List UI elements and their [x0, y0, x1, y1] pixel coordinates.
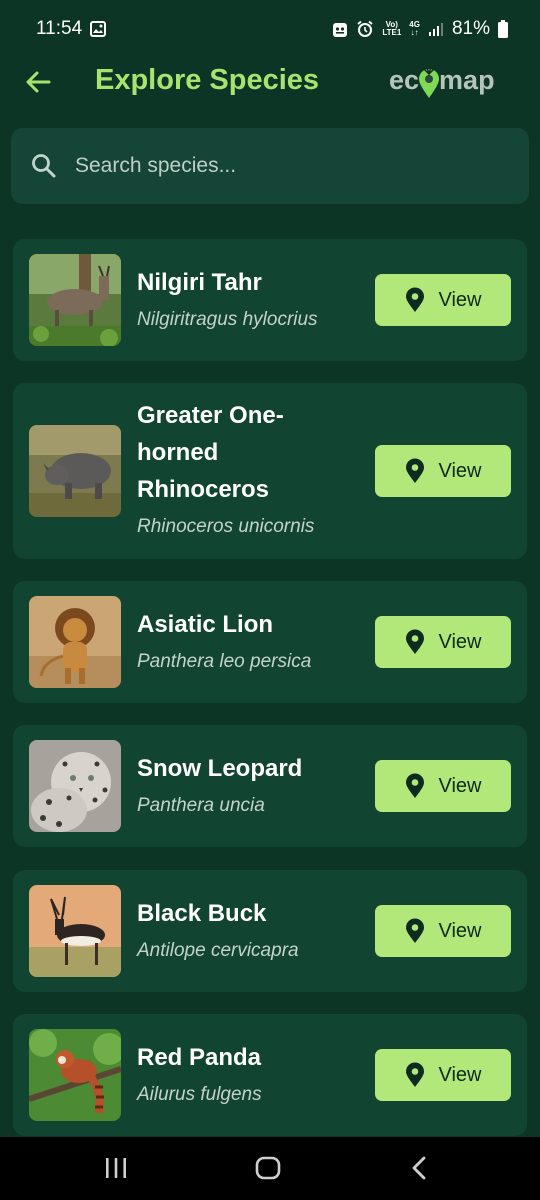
status-time: 11:54 [36, 18, 83, 39]
species-thumbnail [29, 596, 121, 688]
species-scientific-name: Rhinoceros unicornis [137, 516, 315, 537]
recent-apps-icon [106, 1158, 126, 1178]
view-button[interactable]: View [375, 274, 511, 326]
system-navigation-bar [0, 1137, 540, 1200]
network-type-indicator: 4G ↓↑ [409, 21, 420, 37]
location-pin-icon [405, 287, 424, 312]
chevron-left-icon [412, 1156, 426, 1180]
android-icon [332, 20, 348, 38]
location-pin-icon [405, 773, 424, 798]
ecomap-logo: ec map [389, 60, 514, 100]
view-button[interactable]: View [375, 905, 511, 957]
view-button[interactable]: View [375, 445, 511, 497]
species-thumbnail [29, 1029, 121, 1121]
arrow-left-icon [26, 71, 51, 93]
logo-pin-icon [418, 66, 440, 100]
species-card: Snow Leopard Panthera uncia View [13, 725, 527, 847]
recent-apps-button[interactable] [104, 1155, 128, 1186]
species-name: Greater One-horned Rhinoceros [137, 402, 284, 503]
species-name: Black Buck [137, 900, 267, 927]
logo-text-right: map [439, 64, 495, 95]
species-scientific-name: Ailurus fulgens [137, 1084, 262, 1105]
species-scientific-name: Nilgiritragus hylocrius [137, 309, 318, 330]
species-name: Snow Leopard [137, 755, 303, 782]
home-icon [255, 1156, 281, 1180]
view-button-label: View [438, 630, 482, 653]
species-name: Nilgiri Tahr [137, 269, 262, 296]
view-button-label: View [438, 774, 482, 797]
back-button[interactable] [22, 66, 54, 98]
view-button-label: View [438, 459, 482, 482]
location-pin-icon [405, 629, 424, 654]
location-pin-icon [405, 1062, 424, 1087]
species-card: Asiatic Lion Panthera leo persica View [13, 581, 527, 703]
species-card: Nilgiri Tahr Nilgiritragus hylocrius Vie… [13, 239, 527, 361]
species-thumbnail [29, 885, 121, 977]
signal-icon [428, 21, 444, 37]
species-card: Greater One-horned Rhinoceros Rhinoceros… [13, 383, 527, 559]
logo-text-left: ec [389, 64, 420, 95]
location-pin-icon [405, 918, 424, 943]
back-nav-button[interactable] [409, 1155, 429, 1186]
species-name: Asiatic Lion [137, 611, 274, 638]
app-header: Explore Species ec map [0, 58, 540, 108]
species-thumbnail [29, 740, 121, 832]
species-card: Black Buck Antilope cervicapra View [13, 870, 527, 992]
view-button-label: View [438, 1063, 482, 1086]
view-button[interactable]: View [375, 760, 511, 812]
battery-icon [498, 20, 508, 38]
species-name: Red Panda [137, 1044, 262, 1071]
battery-percent: 81% [451, 18, 490, 39]
home-button[interactable] [255, 1155, 281, 1186]
view-button-label: View [438, 919, 482, 942]
page-title: Explore Species [95, 64, 320, 96]
view-button-label: View [438, 288, 482, 311]
location-pin-icon [405, 458, 424, 483]
species-scientific-name: Panthera uncia [137, 795, 265, 816]
data-arrows-icon: ↓↑ [410, 28, 419, 37]
search-bar[interactable] [11, 128, 529, 204]
species-thumbnail [29, 254, 121, 346]
species-card: Red Panda Ailurus fulgens View [13, 1014, 527, 1136]
view-button[interactable]: View [375, 1049, 511, 1101]
search-input[interactable] [75, 154, 475, 178]
species-thumbnail [29, 425, 121, 517]
view-button[interactable]: View [375, 616, 511, 668]
gallery-icon [90, 21, 107, 37]
volte-indicator: Vo) LTE1 [382, 21, 401, 37]
species-scientific-name: Panthera leo persica [137, 651, 312, 672]
status-bar: 11:54 Vo) LTE1 4G ↓↑ 81% [0, 0, 540, 58]
alarm-icon [356, 20, 374, 38]
search-icon [32, 154, 56, 178]
lte-label: LTE1 [382, 28, 402, 37]
species-scientific-name: Antilope cervicapra [137, 940, 299, 961]
